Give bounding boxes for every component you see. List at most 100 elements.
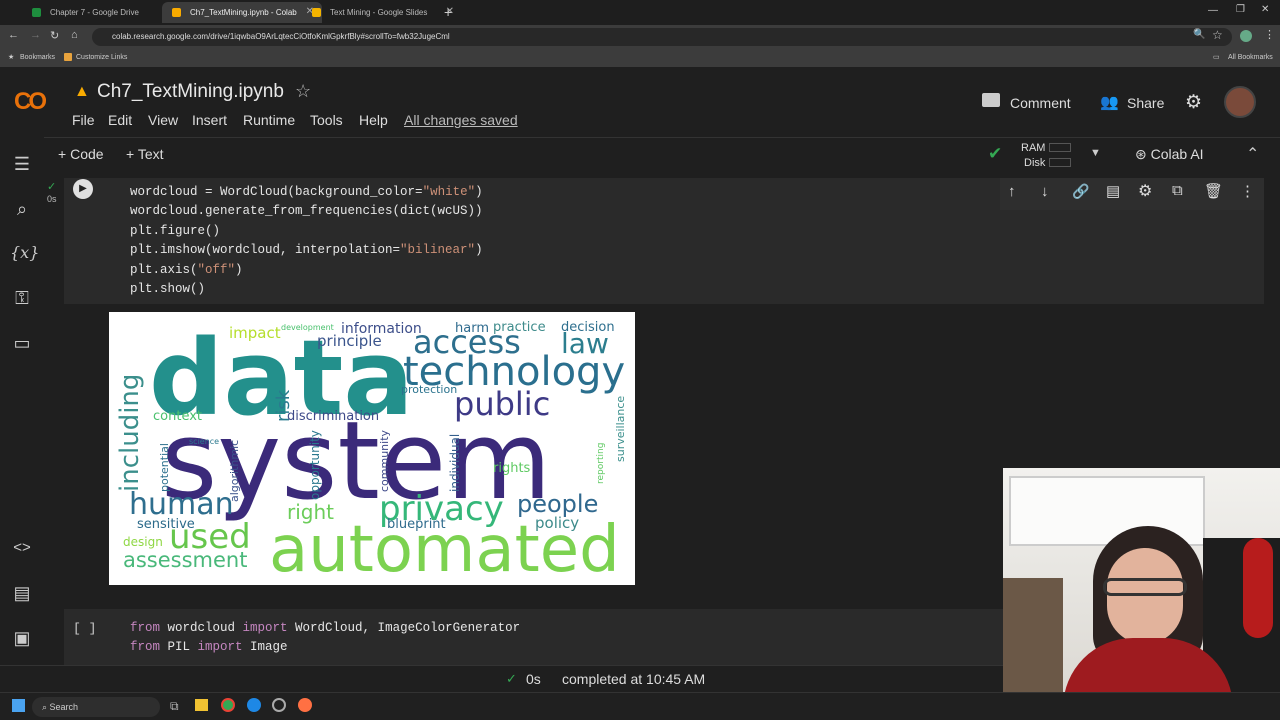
forward-icon[interactable]: → <box>30 29 41 41</box>
search-icon[interactable]: ⌕ <box>10 199 34 223</box>
all-bookmarks[interactable]: All Bookmarks <box>1228 54 1273 61</box>
star-icon[interactable]: ☆ <box>295 81 311 102</box>
tab-colab[interactable]: Ch7_TextMining.ipynb - Colab ✕ <box>162 2 322 23</box>
user-avatar[interactable] <box>1224 86 1256 118</box>
word: algorithmic <box>228 439 241 502</box>
secrets-key-icon[interactable]: ⚿ <box>10 288 34 312</box>
delete-trash-icon[interactable]: 🗑 <box>1204 182 1223 200</box>
word: assessment <box>123 548 248 572</box>
url-text: colab.research.google.com/drive/1iqwbaO9… <box>112 32 450 41</box>
new-tab-icon[interactable]: + <box>444 4 452 20</box>
menu-edit[interactable]: Edit <box>108 112 132 128</box>
search-icon[interactable]: 🔍 <box>1193 29 1205 40</box>
windows-start-icon[interactable] <box>12 699 25 712</box>
menu-insert[interactable]: Insert <box>192 112 227 128</box>
drive-icon <box>32 8 41 17</box>
chevron-up-icon[interactable]: ⌃ <box>1246 144 1259 164</box>
chevron-down-icon[interactable]: ▼ <box>1090 147 1101 159</box>
star-icon[interactable]: ☆ <box>1212 28 1223 42</box>
settings-gear-icon[interactable]: ⚙ <box>1185 91 1202 114</box>
url-bar[interactable]: colab.research.google.com/drive/1iqwbaO9… <box>92 28 1232 46</box>
run-cell-button[interactable]: ▶ <box>73 179 93 199</box>
word: human <box>129 487 234 522</box>
exec-check-icon: ✓ <box>47 181 57 193</box>
add-code-label: Code <box>70 146 104 162</box>
mirror-cell-icon[interactable]: ⧉ <box>1172 182 1183 199</box>
word: design <box>123 535 163 549</box>
add-code-button[interactable]: + Code <box>58 146 104 162</box>
move-down-icon[interactable]: ↓ <box>1041 183 1049 200</box>
code-snippets-icon[interactable]: <> <box>10 539 34 563</box>
code-line: wordcloud.generate_from_frequencies(dict… <box>130 204 483 218</box>
variables-icon[interactable]: {x} <box>10 243 39 267</box>
edge-icon[interactable] <box>247 698 261 712</box>
saved-status[interactable]: All changes saved <box>404 112 518 128</box>
back-icon[interactable]: ← <box>8 29 19 41</box>
menu-help[interactable]: Help <box>359 112 388 128</box>
move-up-icon[interactable]: ↑ <box>1008 183 1016 200</box>
link-icon[interactable]: 🔗 <box>1072 183 1089 200</box>
menu-view[interactable]: View <box>148 112 178 128</box>
more-icon[interactable]: ⋮ <box>1264 28 1275 41</box>
home-icon[interactable]: ⌂ <box>71 29 78 41</box>
connected-check-icon: ✔ <box>988 144 1003 163</box>
disk-meter <box>1049 158 1071 167</box>
firefox-icon[interactable] <box>298 698 312 712</box>
code-line: plt.figure() <box>130 224 221 238</box>
maximize-icon[interactable]: ❐ <box>1236 4 1245 15</box>
disk-label: Disk <box>1024 157 1046 169</box>
exec-time: 0s <box>47 194 57 204</box>
code-cell[interactable]: ✓ 0s ▶ wordcloud = WordCloud(background_… <box>47 178 1264 304</box>
more-vert-icon[interactable]: ⋮ <box>1240 182 1255 200</box>
add-text-button[interactable]: + Text <box>126 146 164 162</box>
customize-links[interactable]: Customize Links <box>76 54 127 61</box>
word: harm <box>455 321 489 336</box>
bookmarks-label[interactable]: Bookmarks <box>20 54 55 61</box>
colab-logo[interactable]: CO <box>14 88 47 116</box>
task-view-icon[interactable]: ⧉ <box>170 699 179 714</box>
ram-label: RAM <box>1021 142 1046 154</box>
comment-button[interactable]: Comment <box>1010 95 1071 111</box>
status-text[interactable]: completed at 10:45 AM <box>562 671 705 687</box>
tab-google-drive[interactable]: Chapter 7 - Google Drive ✕ <box>22 2 182 23</box>
settings-gear-icon[interactable]: ⚙ <box>1138 181 1152 201</box>
comment-icon <box>982 93 1000 107</box>
tab-google-slides[interactable]: Text Mining - Google Slides ✕ <box>302 2 462 23</box>
bookmarks-bar: ★ Bookmarks Customize Links ▭ All Bookma… <box>0 49 1280 67</box>
code-line: from PIL import Image <box>130 640 288 654</box>
word: impact <box>229 324 281 342</box>
window-close-icon[interactable]: ✕ <box>1261 4 1269 15</box>
command-palette-icon[interactable]: ▤ <box>10 583 34 607</box>
notebook-title[interactable]: Ch7_TextMining.ipynb <box>97 81 284 103</box>
tab-title: Text Mining - Google Slides <box>330 8 428 17</box>
colab-ai-button[interactable]: ⊛ Colab AI <box>1135 146 1204 163</box>
menu-file[interactable]: File <box>72 112 95 128</box>
run-cell-button[interactable]: [ ] <box>73 621 96 636</box>
word: discrimination <box>287 409 380 424</box>
taskbar-search[interactable]: ⌕ Search <box>32 697 160 717</box>
app-icon[interactable] <box>272 698 286 712</box>
chrome-icon[interactable] <box>221 698 235 712</box>
terminal-icon[interactable]: ▣ <box>10 628 34 652</box>
word: practice <box>493 320 546 335</box>
comment-icon[interactable]: ▤ <box>1106 182 1120 200</box>
menu-tools[interactable]: Tools <box>310 112 343 128</box>
file-explorer-icon[interactable] <box>195 699 208 711</box>
colab-header: CO ▲ Ch7_TextMining.ipynb ☆ File Edit Vi… <box>0 67 1280 137</box>
status-bar: ✓ 0s completed at 10:45 AM <box>0 665 1003 692</box>
logo-text: CO <box>14 88 47 115</box>
word: reporting <box>596 442 606 484</box>
menu-runtime[interactable]: Runtime <box>243 112 295 128</box>
share-button[interactable]: Share <box>1127 95 1164 111</box>
decor <box>1243 538 1273 638</box>
minimize-icon[interactable]: — <box>1208 5 1218 16</box>
word: protection <box>401 383 458 396</box>
files-folder-icon[interactable]: ▭ <box>10 333 34 357</box>
profile-avatar[interactable] <box>1240 30 1252 42</box>
word: individual <box>448 433 462 492</box>
reload-icon[interactable]: ↻ <box>50 29 59 42</box>
word: sensitive <box>137 517 195 532</box>
tab-title: Chapter 7 - Google Drive <box>50 8 139 17</box>
slides-icon <box>312 8 321 17</box>
table-of-contents-icon[interactable]: ☰ <box>10 154 34 178</box>
